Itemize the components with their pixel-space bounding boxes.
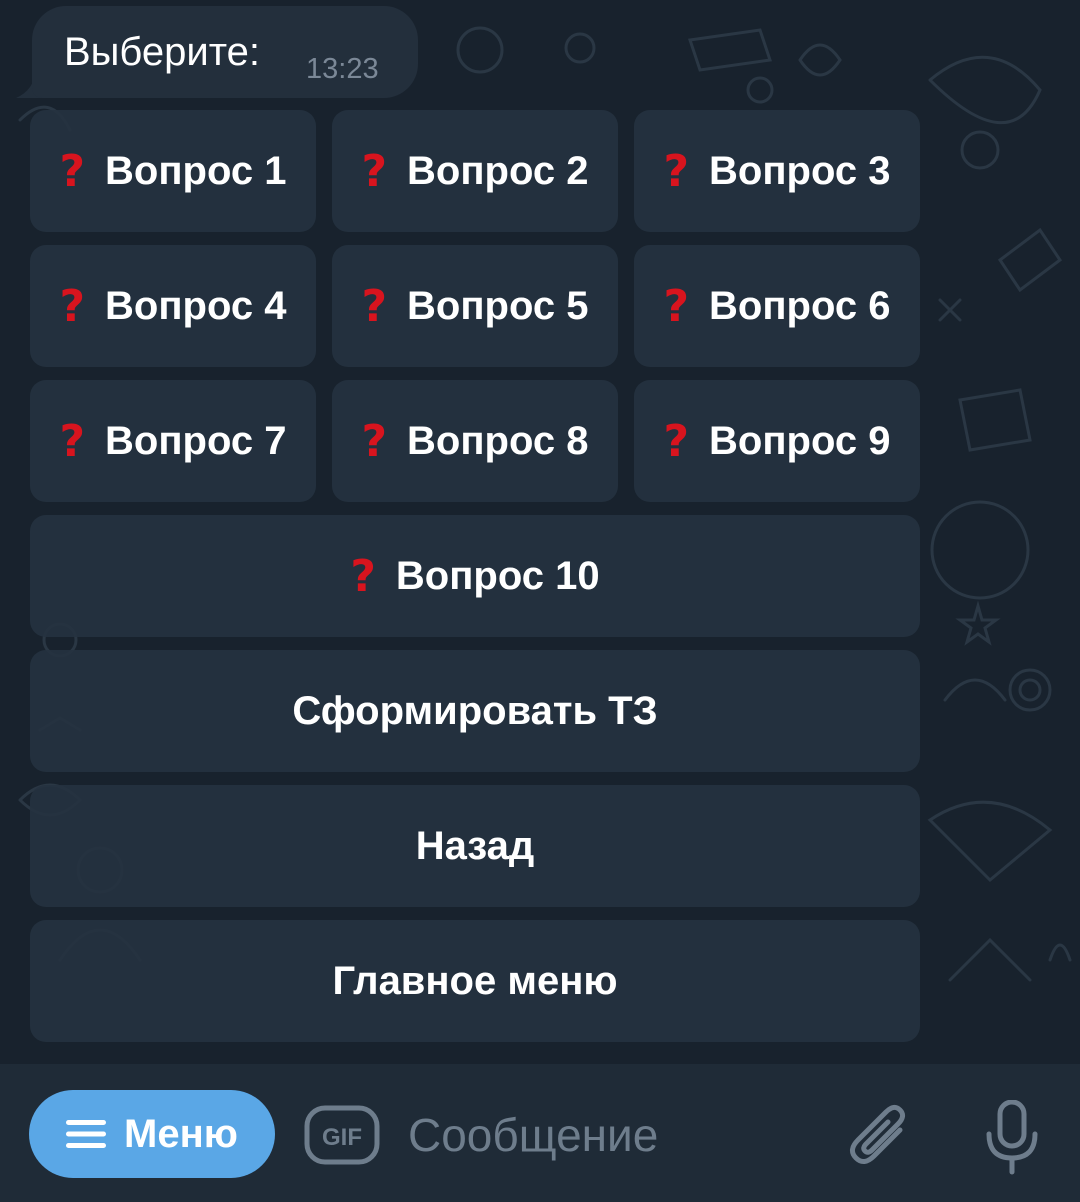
question-mark-icon: ?: [350, 550, 376, 602]
gif-icon[interactable]: GIF: [304, 1105, 380, 1165]
gif-label: GIF: [322, 1124, 362, 1151]
bot-menu-button[interactable]: Меню: [29, 1090, 275, 1178]
question-3-button[interactable]: ? Вопрос 3: [634, 110, 920, 232]
question-4-label: Вопрос 4: [105, 283, 287, 328]
chat-area: Выберите: 13:23 ? Вопрос 1 ? Вопрос 2 ? …: [0, 0, 1080, 1064]
question-9-button[interactable]: ? Вопрос 9: [634, 380, 920, 502]
message-input[interactable]: [408, 1100, 808, 1170]
question-4-button[interactable]: ? Вопрос 4: [30, 245, 316, 367]
question-mark-icon: ?: [59, 280, 86, 332]
hamburger-icon: [66, 1120, 107, 1148]
back-label: Назад: [415, 823, 535, 868]
message-time: 13:23: [306, 53, 379, 85]
form-tz-button[interactable]: Сформировать ТЗ: [30, 650, 920, 772]
question-2-label: Вопрос 2: [407, 148, 589, 193]
question-10-button[interactable]: ? Вопрос 10: [30, 515, 920, 637]
form-tz-label: Сформировать ТЗ: [292, 688, 658, 733]
question-6-button[interactable]: ? Вопрос 6: [634, 245, 920, 367]
question-mark-icon: ?: [59, 415, 86, 467]
question-7-label: Вопрос 7: [105, 418, 287, 463]
question-8-label: Вопрос 8: [407, 418, 589, 463]
question-8-button[interactable]: ? Вопрос 8: [332, 380, 618, 502]
question-mark-icon: ?: [663, 280, 690, 332]
microphone-icon[interactable]: [984, 1100, 1040, 1176]
paperclip-icon[interactable]: [846, 1100, 910, 1172]
main-menu-label: Главное меню: [332, 958, 618, 1003]
message-input-bar: Меню GIF: [0, 1064, 1080, 1202]
question-5-label: Вопрос 5: [407, 283, 589, 328]
message-text: Выберите:: [64, 30, 260, 74]
question-2-button[interactable]: ? Вопрос 2: [332, 110, 618, 232]
question-mark-icon: ?: [663, 145, 690, 197]
question-1-label: Вопрос 1: [105, 148, 287, 193]
main-menu-button[interactable]: Главное меню: [30, 920, 920, 1042]
question-mark-icon: ?: [361, 145, 388, 197]
question-mark-icon: ?: [361, 280, 388, 332]
question-1-button[interactable]: ? Вопрос 1: [30, 110, 316, 232]
bot-menu-label: Меню: [124, 1111, 238, 1156]
question-5-button[interactable]: ? Вопрос 5: [332, 245, 618, 367]
back-button[interactable]: Назад: [30, 785, 920, 907]
question-mark-icon: ?: [663, 415, 690, 467]
question-9-label: Вопрос 9: [709, 418, 891, 463]
question-mark-icon: ?: [59, 145, 86, 197]
question-7-button[interactable]: ? Вопрос 7: [30, 380, 316, 502]
question-3-label: Вопрос 3: [709, 148, 891, 193]
question-10-label: Вопрос 10: [395, 553, 600, 598]
question-6-label: Вопрос 6: [709, 283, 891, 328]
question-mark-icon: ?: [361, 415, 388, 467]
